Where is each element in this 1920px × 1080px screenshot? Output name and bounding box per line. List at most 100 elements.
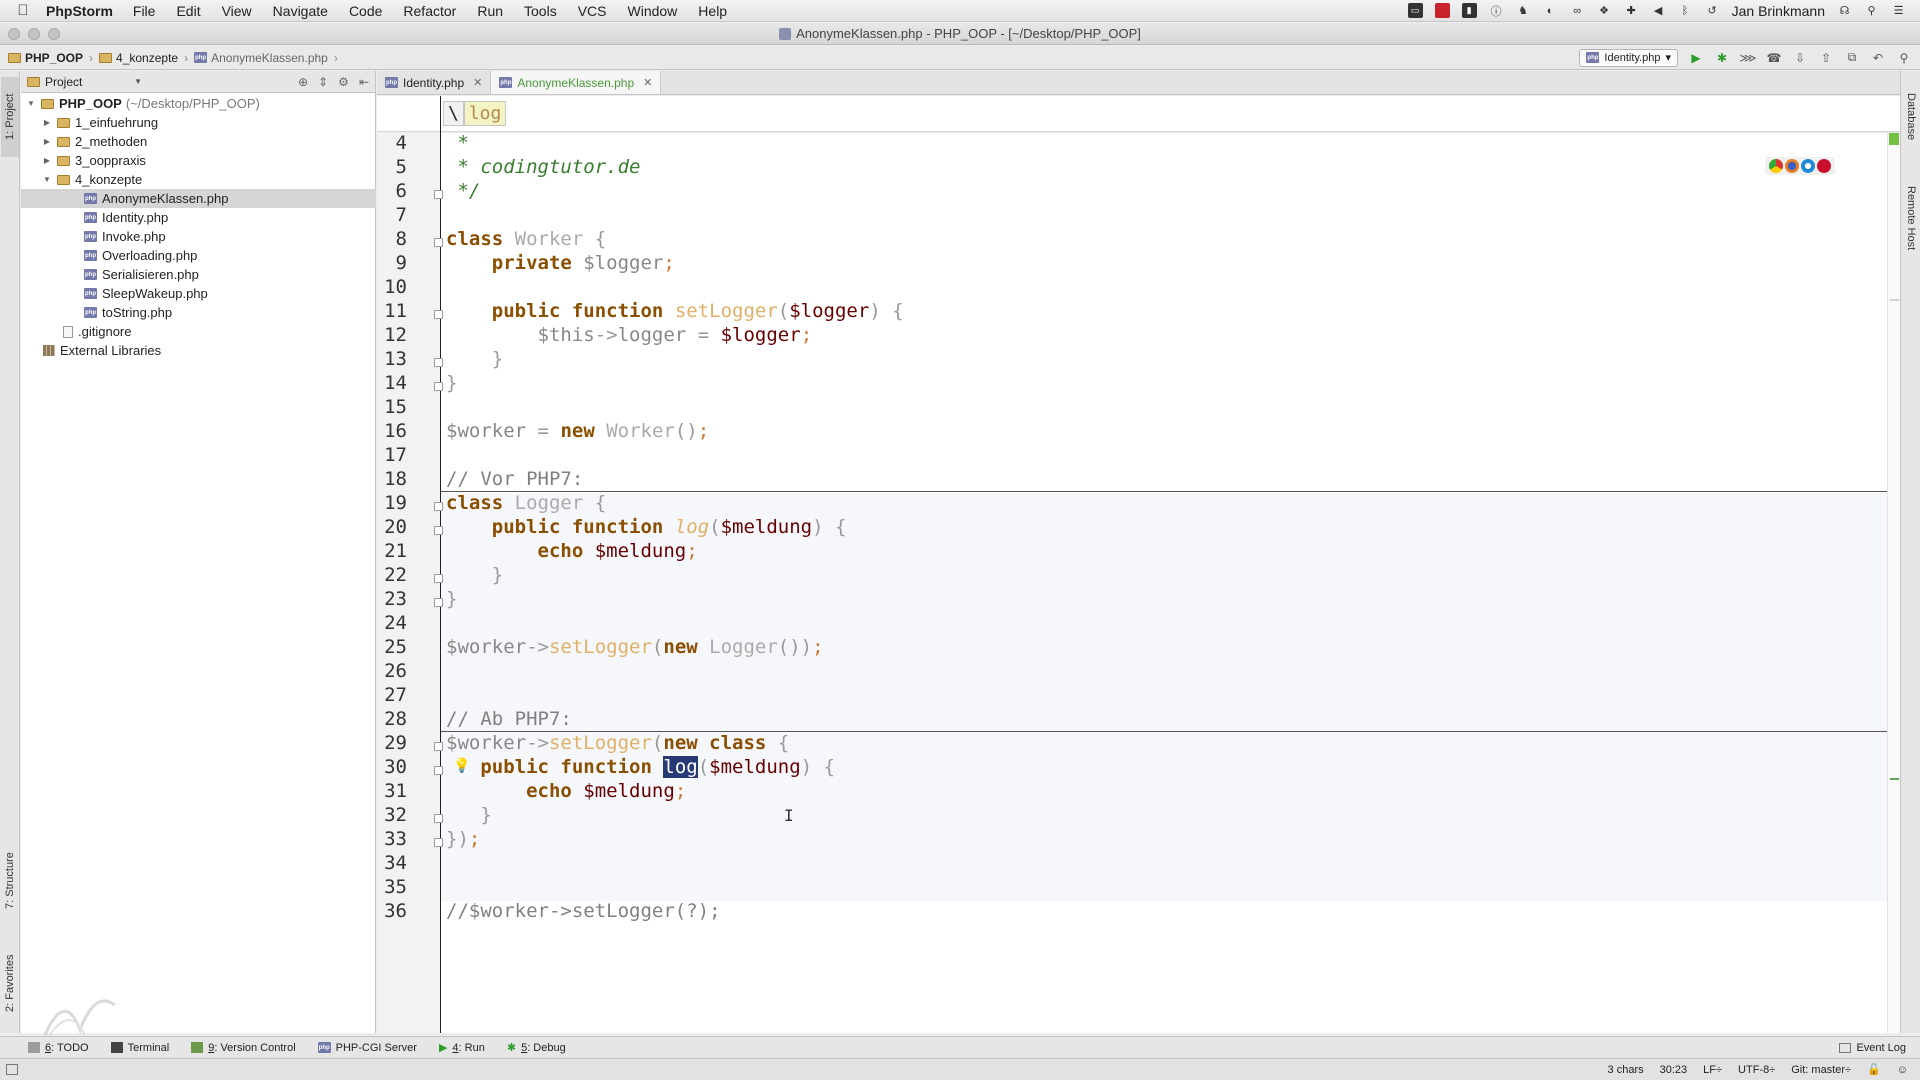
tab-anonyme-klassen[interactable]: php AnonymeKlassen.php ✕ — [491, 71, 662, 94]
volume-icon[interactable]: ◀ — [1651, 3, 1666, 18]
toggle-tool-windows-icon[interactable] — [6, 1064, 18, 1075]
menu-navigate[interactable]: Navigate — [273, 3, 328, 19]
revert-icon[interactable]: ↶ — [1870, 50, 1886, 66]
breadcrumb-file[interactable]: php AnonymeKlassen.php — [194, 51, 328, 65]
evernote-icon[interactable]: ♞ — [1516, 3, 1531, 18]
tree-folder[interactable]: ▶ 1_einfuehrung — [21, 113, 376, 132]
selected-identifier[interactable]: log — [663, 756, 698, 778]
fold-marker[interactable] — [434, 190, 443, 199]
menu-file[interactable]: File — [133, 3, 156, 19]
intention-bulb-icon[interactable]: 💡 — [453, 757, 470, 774]
breadcrumb-folder[interactable]: 4_konzepte — [99, 51, 178, 65]
plus-icon[interactable]: ✚ — [1624, 3, 1639, 18]
file-encoding[interactable]: UTF-8÷ — [1738, 1064, 1775, 1076]
notification-center-icon[interactable]: ☰ — [1891, 3, 1906, 18]
breadcrumb-project[interactable]: PHP_OOP — [8, 51, 83, 65]
menu-run[interactable]: Run — [477, 3, 503, 19]
menu-help[interactable]: Help — [698, 3, 727, 19]
tree-folder[interactable]: ▼ 4_konzepte — [21, 170, 376, 189]
apple-icon[interactable]:  — [0, 2, 46, 19]
tree-external-libraries[interactable]: External Libraries — [21, 341, 376, 360]
inspection-ok-icon[interactable] — [1889, 133, 1899, 145]
safari-icon[interactable] — [1801, 159, 1815, 173]
event-log-tool-button[interactable]: Event Log — [1839, 1042, 1906, 1054]
time-machine-icon[interactable]: ↺ — [1705, 3, 1720, 18]
menu-refactor[interactable]: Refactor — [403, 3, 456, 19]
close-window-button[interactable] — [8, 28, 20, 40]
favorites-tool-tab[interactable]: 2: Favorites — [1, 941, 19, 1026]
screen-icon[interactable]: ▭ — [1407, 3, 1423, 18]
fold-marker[interactable] — [434, 382, 443, 391]
breadcrumb-function[interactable]: log — [463, 101, 507, 126]
fold-marker[interactable] — [434, 598, 443, 607]
php-cgi-server-tool-button[interactable]: php PHP-CGI Server — [317, 1042, 417, 1054]
vcs-commit-icon[interactable]: ⇧ — [1818, 50, 1834, 66]
fold-marker[interactable] — [434, 814, 443, 823]
tree-file[interactable]: php Overloading.php — [21, 246, 376, 265]
debug-tool-button[interactable]: ✱ 5: Debug — [507, 1041, 566, 1055]
expanded-triangle-icon[interactable]: ▼ — [25, 99, 37, 108]
collapsed-triangle-icon[interactable]: ▶ — [41, 137, 53, 146]
line-separator[interactable]: LF÷ — [1703, 1064, 1722, 1076]
minimize-window-button[interactable] — [28, 28, 40, 40]
firefox-icon[interactable] — [1785, 159, 1799, 173]
menu-vcs[interactable]: VCS — [578, 3, 607, 19]
tree-file-selected[interactable]: php AnonymeKlassen.php — [21, 189, 376, 208]
editor-scrollbar[interactable] — [1887, 133, 1900, 1033]
menu-view[interactable]: View — [222, 3, 252, 19]
zoom-window-button[interactable] — [48, 28, 60, 40]
structure-tool-tab[interactable]: 7: Structure — [1, 841, 19, 921]
listen-debug-icon[interactable]: ☎ — [1766, 50, 1782, 66]
git-branch[interactable]: Git: master÷ — [1791, 1064, 1851, 1076]
dropbox-icon[interactable]: ❖ — [1597, 3, 1612, 18]
project-tool-tab[interactable]: 1: Project — [1, 77, 19, 157]
close-icon[interactable]: ✕ — [643, 76, 652, 89]
version-control-tool-button[interactable]: 9: Version Control — [191, 1042, 296, 1054]
fold-marker[interactable] — [434, 238, 443, 247]
creative-cloud-icon[interactable]: ∞ — [1570, 3, 1585, 18]
fold-marker[interactable] — [434, 574, 443, 583]
fold-marker[interactable] — [434, 358, 443, 367]
bluetooth-icon[interactable]: ᛒ — [1678, 3, 1693, 18]
tree-file[interactable]: php Identity.php — [21, 208, 376, 227]
collapsed-triangle-icon[interactable]: ▶ — [41, 156, 53, 165]
namespace-root[interactable]: \ — [443, 101, 464, 126]
bookmark-icon[interactable]: ▮ — [1461, 3, 1477, 18]
expanded-triangle-icon[interactable]: ▼ — [41, 175, 53, 184]
run-tool-button[interactable]: ▶ 4: Run — [439, 1041, 485, 1055]
caret-position[interactable]: 30:23 — [1660, 1064, 1688, 1076]
gear-icon[interactable]: ⚙ — [338, 75, 349, 89]
close-icon[interactable]: ✕ — [473, 76, 482, 89]
record-icon[interactable] — [1434, 3, 1450, 18]
fold-marker[interactable] — [434, 502, 443, 511]
database-tool-tab[interactable]: Database — [1902, 77, 1920, 157]
scroll-from-source-icon[interactable]: ⊕ — [298, 75, 308, 89]
fold-marker[interactable] — [434, 310, 443, 319]
tree-file[interactable]: php toString.php — [21, 303, 376, 322]
vcs-update-icon[interactable]: ⇩ — [1792, 50, 1808, 66]
compare-icon[interactable]: ⧉ — [1844, 50, 1860, 66]
tree-file[interactable]: php Serialisieren.php — [21, 265, 376, 284]
leaf-icon[interactable]: ◐ — [1543, 3, 1558, 18]
remote-host-tool-tab[interactable]: Remote Host — [1902, 171, 1920, 266]
headphones-icon[interactable]: ☊ — [1837, 3, 1852, 18]
user-name[interactable]: Jan Brinkmann — [1732, 3, 1825, 19]
project-view-select[interactable]: Project ▼ — [27, 75, 142, 89]
todo-tool-button[interactable]: 6: TODO — [28, 1042, 89, 1054]
spotlight-icon[interactable]: ⚲ — [1864, 3, 1879, 18]
terminal-tool-button[interactable]: Terminal — [110, 1042, 169, 1054]
tree-file[interactable]: php SleepWakeup.php — [21, 284, 376, 303]
tree-root[interactable]: ▼ PHP_OOP (~/Desktop/PHP_OOP) — [21, 94, 376, 113]
lock-icon[interactable]: 🔓 — [1867, 1063, 1881, 1076]
fold-marker[interactable] — [434, 742, 443, 751]
collapse-all-icon[interactable]: ⇕ — [318, 75, 328, 89]
app-menu[interactable]: PhpStorm — [46, 3, 113, 19]
tree-folder[interactable]: ▶ 2_methoden — [21, 132, 376, 151]
tree-file[interactable]: php Invoke.php — [21, 227, 376, 246]
tree-folder[interactable]: ▶ 3_ooppraxis — [21, 151, 376, 170]
coverage-icon[interactable]: ⋙ — [1739, 50, 1756, 66]
menu-code[interactable]: Code — [349, 3, 382, 19]
search-icon[interactable]: ⚲ — [1896, 50, 1912, 66]
fold-marker[interactable] — [434, 766, 443, 775]
tab-identity[interactable]: php Identity.php ✕ — [377, 71, 492, 94]
